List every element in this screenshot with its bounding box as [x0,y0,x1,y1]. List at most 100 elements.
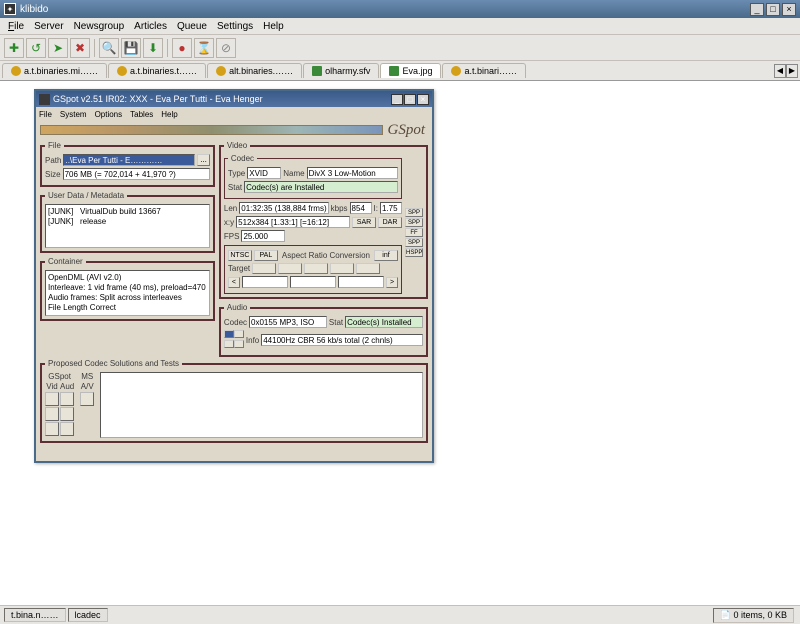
menu-articles[interactable]: Articles [130,20,171,33]
tbtn-hourglass[interactable]: ⌛ [194,38,214,58]
audio-ch3-icon [224,340,234,348]
toolbar-sep-1 [94,39,95,57]
menu-queue[interactable]: Queue [173,20,211,33]
vstat-field: Codec(s) are Installed [244,181,398,193]
tab-3-label: olharmy.sfv [325,66,370,76]
target-prev-button[interactable]: < [228,277,240,288]
tbtn-stop[interactable]: ⊘ [216,38,236,58]
tbtn-play[interactable]: ● [172,38,192,58]
gspot-menu-tables[interactable]: Tables [130,110,153,119]
aspect-group: NTSC PAL Aspect Ratio Conversion inf Tar… [224,245,402,294]
tab-5[interactable]: a.t.binari…… [442,63,526,78]
target-slot-4[interactable] [330,263,354,274]
gspot-titlebar[interactable]: GSpot v2.51 IR02: XXX - Eva Per Tutti - … [36,91,432,107]
sidebtn-1[interactable]: SPP [405,218,423,227]
tbtn-search[interactable]: 🔍 [99,38,119,58]
menu-settings[interactable]: Settings [213,20,257,33]
sidebtn-4[interactable]: HSPP [405,248,423,257]
sidebtn-3[interactable]: SPP [405,238,423,247]
xy-label: x:y [224,218,234,227]
klibido-maximize-button[interactable]: □ [766,3,780,16]
target-slot-5[interactable] [356,263,380,274]
gspot-aud-1[interactable] [60,392,74,406]
klibido-title: klibido [20,4,48,15]
tbtn-save[interactable]: 💾 [121,38,141,58]
audio-ch2-icon [234,330,244,338]
newsgroup-icon [117,66,127,76]
tab-0-label: a.t.binaries.mi…… [24,66,98,76]
gspot-vid-3[interactable] [45,422,59,436]
tbtn-go[interactable]: ➤ [48,38,68,58]
gspot-title: GSpot v2.51 IR02: XXX - Eva Per Tutti - … [53,94,263,104]
target-readout-2 [290,276,336,288]
menu-help[interactable]: Help [259,20,288,33]
klibido-minimize-button[interactable]: _ [750,3,764,16]
gspot-menubar: File System Options Tables Help [36,107,432,121]
status-seg-right: 📄 0 items, 0 KB [713,608,794,623]
tbtn-refresh[interactable]: ↺ [26,38,46,58]
audio-ch4-icon [234,340,244,348]
tab-2-label: alt.binaries.…… [229,66,293,76]
dar-button[interactable]: DAR [378,217,402,228]
ms-column: MS A/V [80,372,94,406]
gspot-minimize-button[interactable]: _ [391,94,403,105]
tab-4-label: Eva.jpg [402,66,432,76]
file-icon [389,66,399,76]
gspot-aud-3[interactable] [60,422,74,436]
gspot-aud-2[interactable] [60,407,74,421]
av-col-label: A/V [81,382,94,391]
ntsc-button[interactable]: NTSC [228,250,252,261]
gspot-menu-file[interactable]: File [39,110,52,119]
tbtn-new[interactable]: ✚ [4,38,24,58]
inf-button[interactable]: inf [374,250,398,261]
sar-button[interactable]: SAR [352,217,376,228]
astat-label: Stat [329,318,343,327]
klibido-toolbar: ✚ ↺ ➤ ✖ 🔍 💾 ⬇ ● ⌛ ⊘ [0,35,800,61]
ainfo-label: Info [246,336,259,345]
size-field: 706 MB (= 702,014 + 41,970 ?) [63,168,210,180]
path-field[interactable]: ..\Eva Per Tutti - E………… [63,154,195,166]
acodec-label: Codec [224,318,247,327]
menu-file[interactable]: File [4,20,28,33]
proposed-group: Proposed Codec Solutions and Tests GSpot… [40,359,428,443]
video-legend: Video [224,141,250,150]
tab-3[interactable]: olharmy.sfv [303,63,379,78]
target-label: Target [228,264,250,273]
status-seg-1: t.bina.n…… [4,608,66,622]
klibido-close-button[interactable]: × [782,3,796,16]
gspot-menu-system[interactable]: System [60,110,87,119]
target-slot-3[interactable] [304,263,328,274]
aspect-label: Aspect Ratio Conversion [280,251,372,260]
ms-av-1[interactable] [80,392,94,406]
audio-ch-selector[interactable] [224,330,244,350]
browse-button[interactable]: ... [197,154,210,166]
gspot-maximize-button[interactable]: □ [404,94,416,105]
gspot-close-button[interactable]: × [417,94,429,105]
tbtn-export[interactable]: ⬇ [143,38,163,58]
sidebtn-0[interactable]: SPP [405,208,423,217]
pal-button[interactable]: PAL [254,250,278,261]
tbtn-del[interactable]: ✖ [70,38,90,58]
sidebtn-2[interactable]: FF [405,228,423,237]
tab-4[interactable]: Eva.jpg [380,63,441,78]
menu-newsgroup[interactable]: Newsgroup [70,20,129,33]
target-next-button[interactable]: > [386,277,398,288]
gspot-vid-2[interactable] [45,407,59,421]
tab-2[interactable]: alt.binaries.…… [207,63,302,78]
tab-scroll-left[interactable]: ◀ [774,64,786,78]
vid-col-label: Vid [46,382,57,391]
klibido-tabbar: a.t.binaries.mi…… a.t.binaries.t…… alt.b… [0,61,800,81]
proposed-output [100,372,423,438]
target-slot-1[interactable] [252,263,276,274]
tab-0[interactable]: a.t.binaries.mi…… [2,63,107,78]
gspot-brand-row: GSpot [36,121,432,139]
menu-server[interactable]: Server [30,20,67,33]
gspot-vid-1[interactable] [45,392,59,406]
gspot-column: GSpot Vid Aud [45,372,74,436]
gspot-menu-options[interactable]: Options [95,110,123,119]
xy-field: 512x384 [1.33:1] [=16:12] [236,216,350,228]
tab-1[interactable]: a.t.binaries.t…… [108,63,206,78]
tab-scroll-right[interactable]: ▶ [786,64,798,78]
gspot-menu-help[interactable]: Help [161,110,177,119]
target-slot-2[interactable] [278,263,302,274]
